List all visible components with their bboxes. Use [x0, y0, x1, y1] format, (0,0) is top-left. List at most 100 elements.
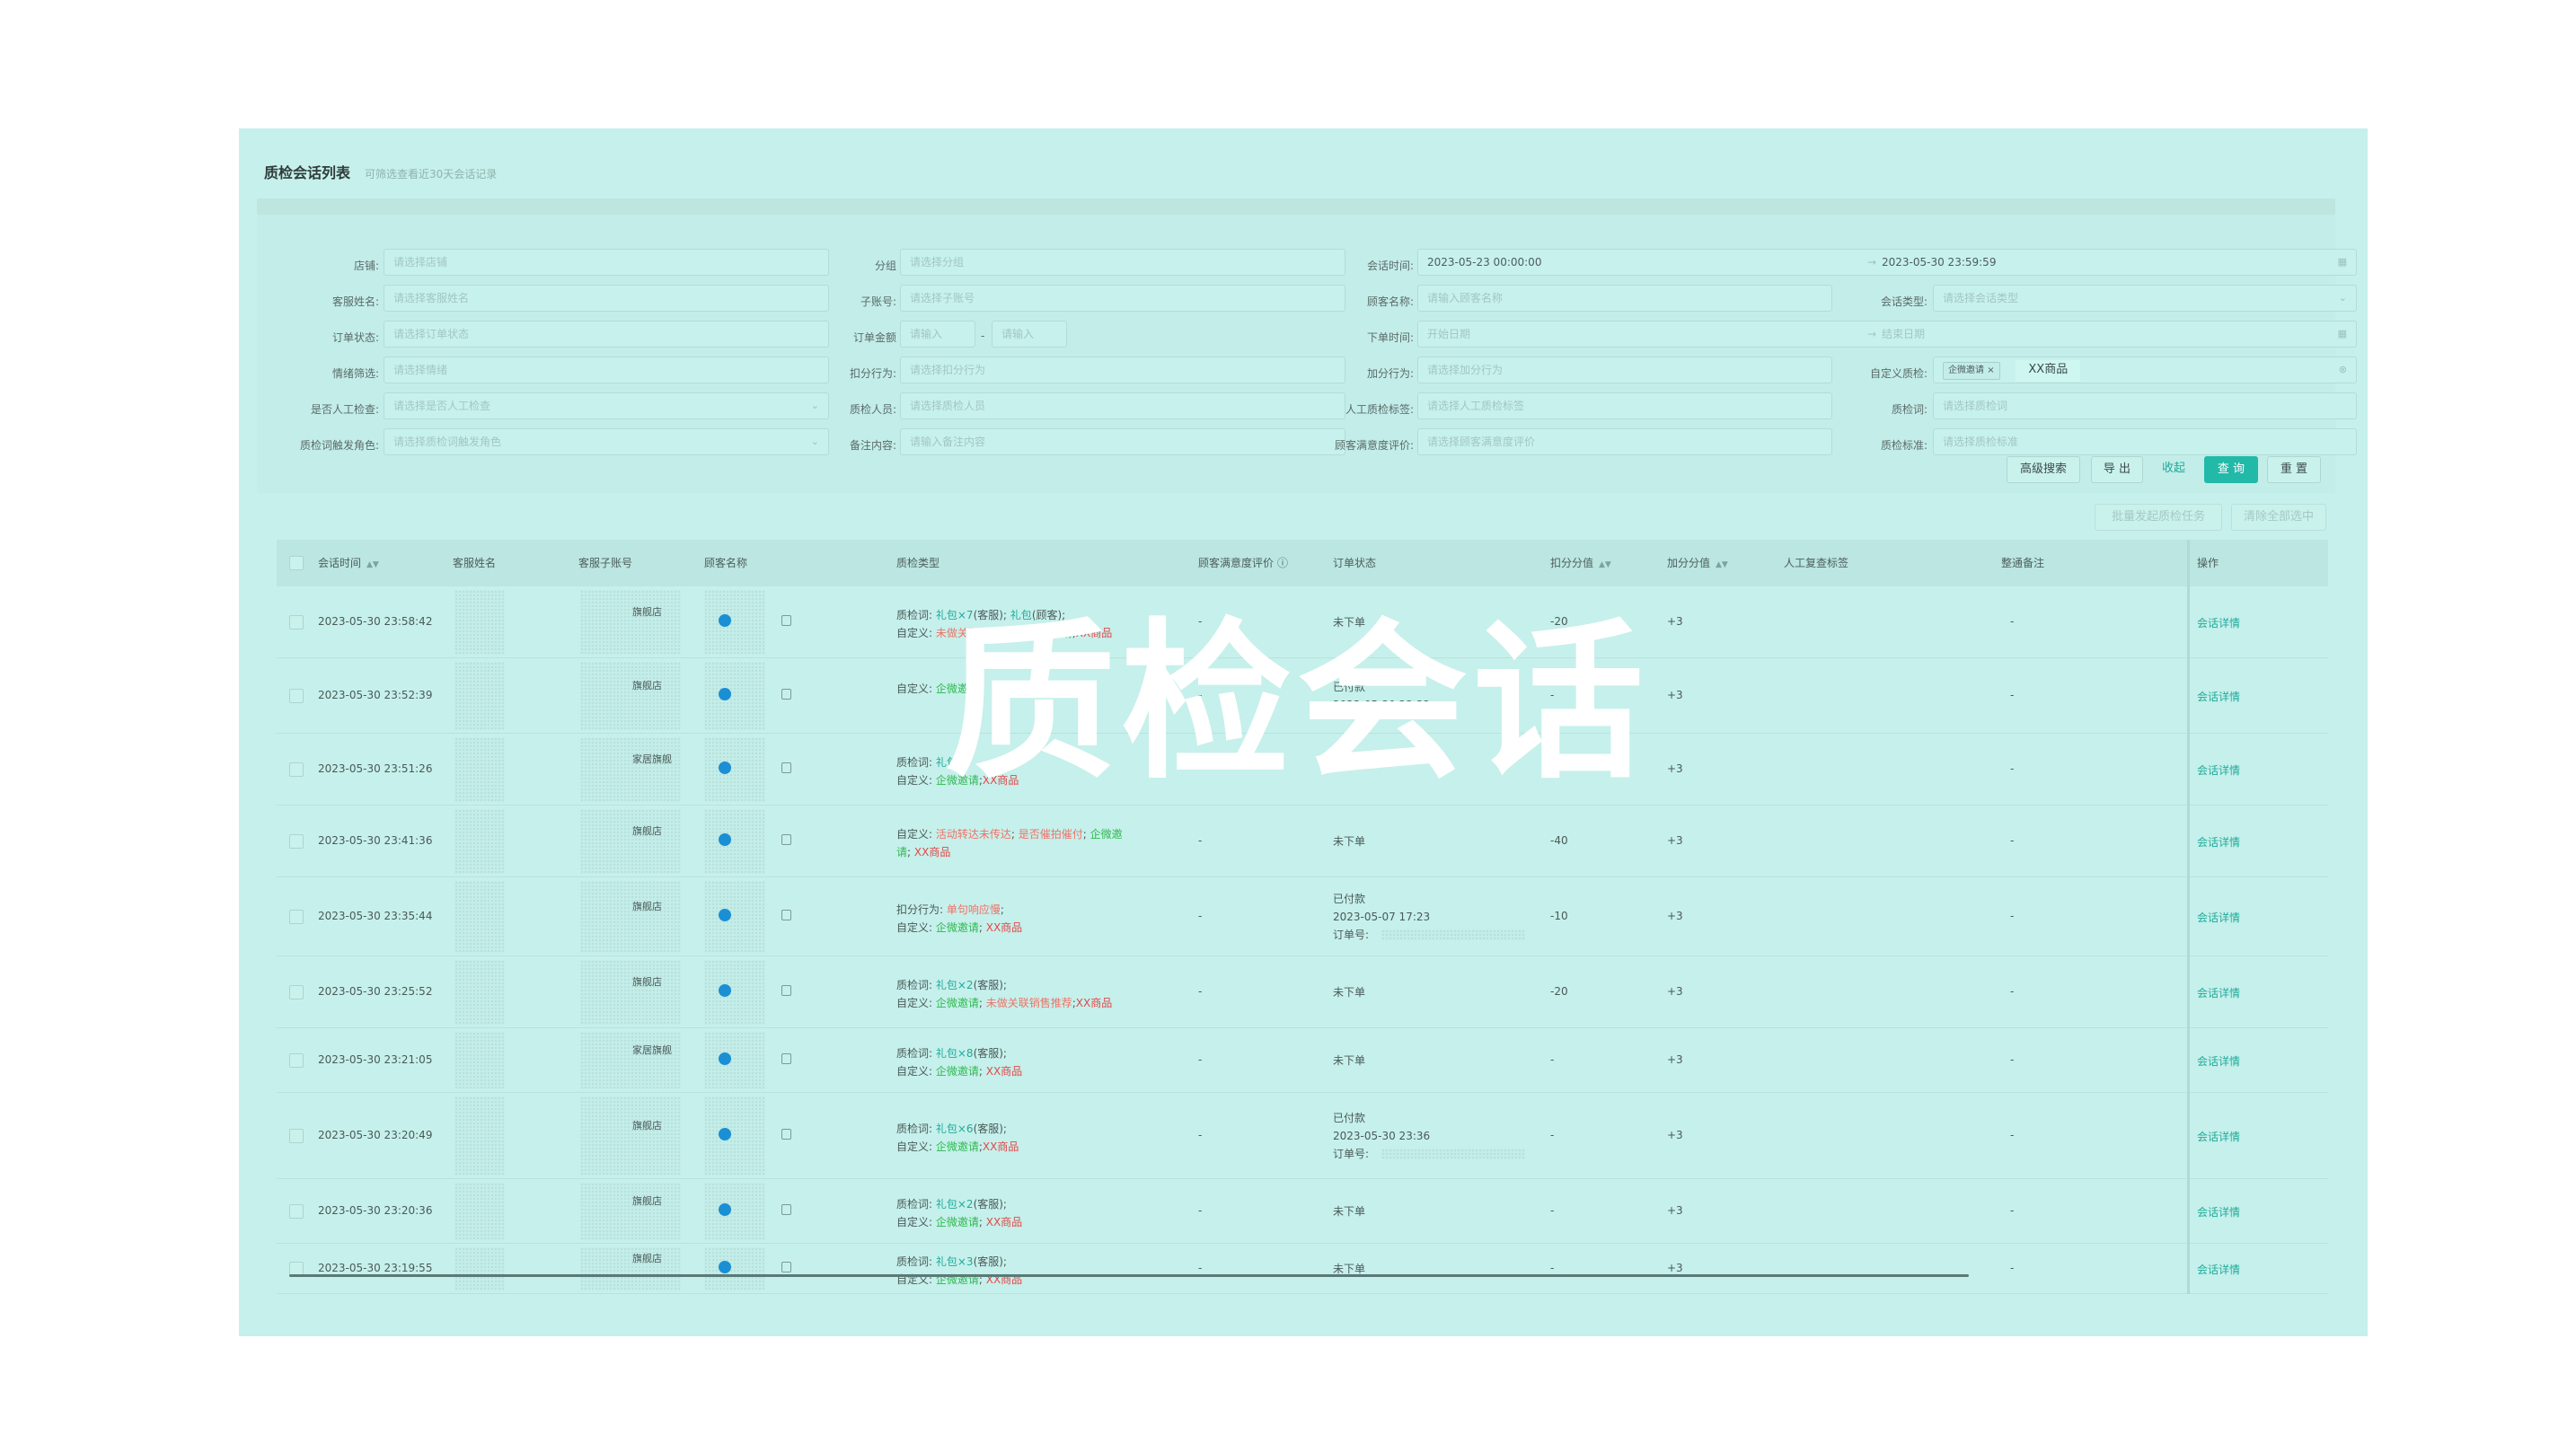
qc-word-select[interactable]: 请选择质检词: [1933, 392, 2357, 419]
wangwang-icon[interactable]: [719, 614, 731, 627]
group-select[interactable]: 请选择分组: [900, 249, 1345, 276]
wangwang-icon[interactable]: [719, 833, 731, 846]
row-checkbox[interactable]: [289, 689, 304, 703]
qc-line: 自定义: 企微邀请; XX商品: [896, 1062, 1022, 1080]
deduct-score-cell: -: [1550, 1204, 1555, 1217]
remark-cell: -: [2010, 1129, 2015, 1141]
batch-task-button[interactable]: 批量发起质检任务: [2095, 504, 2222, 531]
deduct-action-select[interactable]: 请选择扣分行为: [900, 357, 1345, 383]
bonus-score-cell: +3: [1667, 762, 1683, 775]
sub-account-select[interactable]: 请选择子账号: [900, 285, 1345, 312]
custom-qc-select[interactable]: 企微邀请 × XX商品 ⊗: [1933, 357, 2357, 383]
order-time-start[interactable]: 开始日期: [1427, 328, 1470, 340]
bonus-score-cell: +3: [1667, 689, 1683, 701]
copy-icon[interactable]: [781, 1204, 791, 1215]
header-bonus[interactable]: 加分分值 ▲▼: [1667, 540, 1728, 586]
calendar-icon: ▦: [2337, 328, 2347, 339]
query-button[interactable]: 查 询: [2204, 456, 2258, 483]
emotion-select[interactable]: 请选择情绪: [384, 357, 829, 383]
remark-input[interactable]: 请输入备注内容: [900, 428, 1345, 455]
export-button[interactable]: 导 出: [2091, 456, 2143, 483]
copy-icon[interactable]: [781, 689, 791, 700]
wangwang-icon[interactable]: [719, 688, 731, 700]
session-detail-link[interactable]: 会话详情: [2197, 1204, 2240, 1219]
row-checkbox[interactable]: [289, 834, 304, 849]
wangwang-icon[interactable]: [719, 984, 731, 997]
custom-qc-tag[interactable]: 企微邀请 ×: [1943, 361, 2000, 380]
qc-segment: 自定义:: [896, 682, 936, 695]
copy-icon[interactable]: [781, 910, 791, 920]
copy-icon[interactable]: [781, 985, 791, 996]
copy-icon[interactable]: [781, 834, 791, 845]
trigger-role-select[interactable]: 请选择质检词触发角色 ⌄: [384, 428, 829, 455]
copy-icon[interactable]: [781, 1053, 791, 1064]
order-amount-max[interactable]: 请输入: [992, 321, 1067, 348]
reset-button[interactable]: 重 置: [2267, 456, 2321, 483]
session-detail-link[interactable]: 会话详情: [2197, 985, 2240, 1000]
copy-icon[interactable]: [781, 762, 791, 773]
session-detail-link[interactable]: 会话详情: [2197, 762, 2240, 778]
qc-person-select[interactable]: 请选择质检人员: [900, 392, 1345, 419]
bonus-score-cell: +3: [1667, 1204, 1683, 1217]
qc-standard-select[interactable]: 请选择质检标准: [1933, 428, 2357, 455]
order-status-select[interactable]: 请选择订单状态: [384, 321, 829, 348]
session-detail-link[interactable]: 会话详情: [2197, 689, 2240, 704]
qc-segment: 企微邀请: [935, 1216, 979, 1228]
customer-name-input[interactable]: 请输入顾客名称: [1417, 285, 1832, 312]
select-all-checkbox[interactable]: [289, 556, 304, 570]
wangwang-icon[interactable]: [719, 1128, 731, 1140]
session-detail-link[interactable]: 会话详情: [2197, 1053, 2240, 1069]
manual-tag-select[interactable]: 请选择人工质检标签: [1417, 392, 1832, 419]
row-checkbox[interactable]: [289, 985, 304, 999]
header-session-time[interactable]: 会话时间 ▲▼: [318, 540, 379, 586]
copy-icon[interactable]: [781, 1262, 791, 1272]
session-detail-link[interactable]: 会话详情: [2197, 834, 2240, 850]
session-time-cell: 2023-05-30 23:20:36: [318, 1204, 433, 1217]
row-checkbox[interactable]: [289, 762, 304, 777]
qc-type-cell: 自定义: 活动转达未传达; 是否催拍催付; 企微邀 请; XX商品: [896, 825, 1123, 861]
chevron-down-icon: ⌄: [2338, 292, 2347, 304]
table-header: 会话时间 ▲▼ 客服姓名 客服子账号 顾客名称 质检类型 顾客满意度评价 ⓘ 订单状…: [277, 540, 2328, 586]
wangwang-icon[interactable]: [719, 1203, 731, 1216]
agent-name-select[interactable]: 请选择客服姓名: [384, 285, 829, 312]
wangwang-icon[interactable]: [719, 1052, 731, 1065]
agent-name-redacted: [454, 881, 505, 953]
shop-select[interactable]: 请选择店铺: [384, 249, 829, 276]
order-amount-min[interactable]: 请输入: [900, 321, 975, 348]
header-deduct[interactable]: 扣分分值 ▲▼: [1550, 540, 1611, 586]
session-detail-link[interactable]: 会话详情: [2197, 1262, 2240, 1277]
session-type-select[interactable]: 请选择会话类型 ⌄: [1933, 285, 2357, 312]
advanced-search-button[interactable]: 高级搜索: [2007, 456, 2080, 483]
clear-selection-button[interactable]: 清除全部选中: [2231, 504, 2326, 531]
session-detail-link[interactable]: 会话详情: [2197, 910, 2240, 925]
clear-icon[interactable]: ⊗: [2339, 357, 2347, 383]
session-time-cell: 2023-05-30 23:41:36: [318, 834, 433, 847]
bonus-action-select[interactable]: 请选择加分行为: [1417, 357, 1832, 383]
trigger-role-placeholder: 请选择质检词触发角色: [393, 436, 502, 448]
sub-account-redacted: [580, 881, 681, 953]
qc-type-cell: 质检词: 礼包×6(客服); 自定义: 企微邀请;XX商品: [896, 1120, 1019, 1156]
row-checkbox[interactable]: [289, 615, 304, 630]
order-time-end[interactable]: 结束日期: [1882, 321, 1925, 347]
collapse-button[interactable]: 收起: [2152, 456, 2195, 483]
horizontal-scrollbar[interactable]: [289, 1274, 1969, 1277]
row-checkbox[interactable]: [289, 1053, 304, 1068]
tag-close-icon[interactable]: ×: [1987, 365, 1994, 375]
session-detail-link[interactable]: 会话详情: [2197, 1129, 2240, 1144]
order-status-line: 未下单: [1333, 835, 1366, 848]
row-checkbox[interactable]: [289, 910, 304, 924]
session-time-end[interactable]: 2023-05-30 23:59:59: [1882, 250, 1996, 275]
session-time-range[interactable]: 2023-05-23 00:00:00 → 2023-05-30 23:59:5…: [1417, 249, 2357, 276]
row-checkbox[interactable]: [289, 1204, 304, 1219]
copy-icon[interactable]: [781, 1129, 791, 1140]
session-detail-link[interactable]: 会话详情: [2197, 615, 2240, 630]
session-time-start[interactable]: 2023-05-23 00:00:00: [1427, 256, 1541, 269]
copy-icon[interactable]: [781, 615, 791, 626]
wangwang-icon[interactable]: [719, 762, 731, 774]
manual-check-select[interactable]: 请选择是否人工检查 ⌄: [384, 392, 829, 419]
order-time-range[interactable]: 开始日期 → 结束日期 ▦: [1417, 321, 2357, 348]
row-checkbox[interactable]: [289, 1129, 304, 1143]
wangwang-icon[interactable]: [719, 1261, 731, 1273]
wangwang-icon[interactable]: [719, 909, 731, 921]
satisfaction-select[interactable]: 请选择顾客满意度评价: [1417, 428, 1832, 455]
